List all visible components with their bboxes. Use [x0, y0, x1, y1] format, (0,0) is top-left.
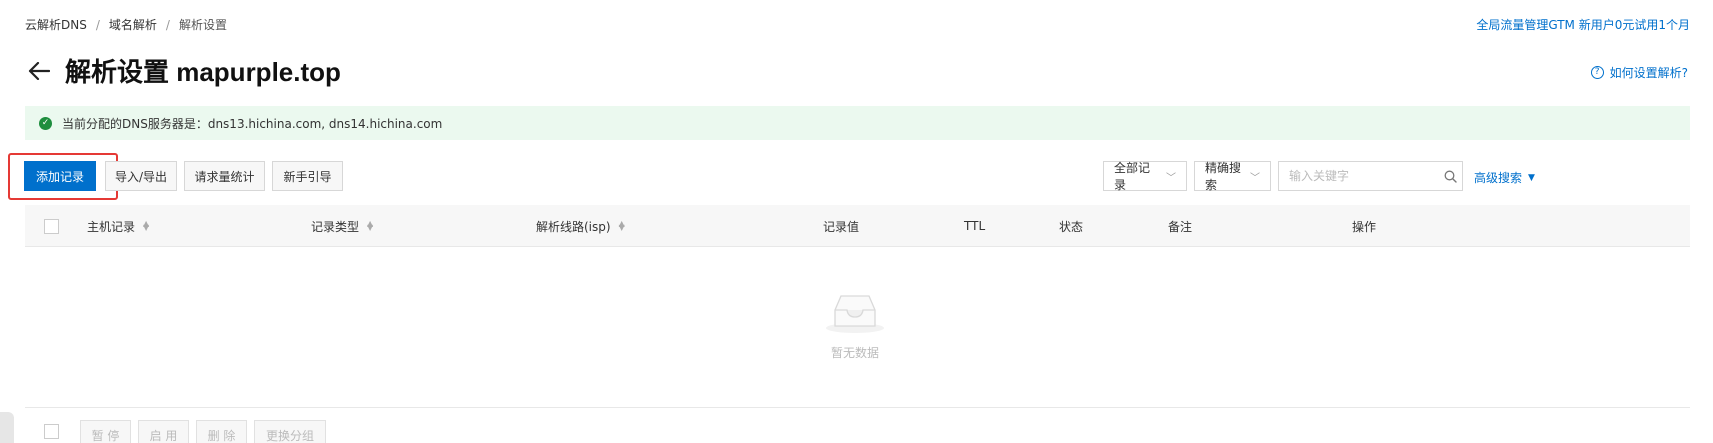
column-status-label: 状态 — [1059, 219, 1084, 234]
help-link-label: 如何设置解析? — [1609, 66, 1688, 80]
beginner-guide-button[interactable]: 新手引导 — [272, 161, 343, 191]
record-filter-select[interactable]: 全部记录 ﹀ — [1103, 161, 1187, 192]
column-record-value: 记录值 — [823, 205, 859, 247]
advanced-search-toggle[interactable]: 高级搜索 ▼ — [1474, 169, 1535, 186]
import-export-button[interactable]: 导入/导出 — [105, 161, 177, 191]
records-table-header: 主机记录 ▲ ▼ 记录类型 ▲ ▼ 解析线路(isp) ▲ ▼ 记录值 TTL 状态 … — [25, 205, 1690, 247]
keyword-search-input[interactable] — [1279, 162, 1439, 190]
column-remark-label: 备注 — [1168, 219, 1193, 234]
select-all-cell — [44, 205, 59, 247]
batch-actions-bar: 暂 停 启 用 删 除 更换分组 — [25, 420, 1690, 443]
gtm-promo-link[interactable]: 全局流量管理GTM 新用户0元试用1个月 — [1476, 16, 1690, 33]
empty-inbox-icon — [826, 295, 884, 333]
empty-text: 暂无数据 — [830, 346, 879, 360]
breadcrumb-separator: / — [95, 17, 100, 32]
select-all-checkbox[interactable] — [44, 218, 59, 234]
breadcrumb: 云解析DNS / 域名解析 / 解析设置 — [25, 16, 227, 33]
sort-icon[interactable]: ▲ ▼ — [619, 220, 625, 232]
record-filter-value: 全部记录 — [1114, 161, 1151, 192]
title-row: 解析设置 mapurple.top — [25, 52, 341, 89]
add-record-button[interactable]: 添加记录 — [24, 161, 96, 191]
column-status: 状态 — [1059, 205, 1083, 247]
advanced-search-label: 高级搜索 — [1474, 171, 1523, 185]
breadcrumb-separator: / — [165, 17, 170, 32]
column-actions-label: 操作 — [1352, 219, 1377, 234]
column-record-value-label: 记录值 — [823, 219, 860, 234]
back-arrow-icon[interactable] — [25, 57, 53, 85]
column-host-record-label: 主机记录 — [87, 219, 136, 234]
keyword-search-box — [1278, 161, 1463, 191]
caret-down-icon: ▼ — [1528, 172, 1535, 183]
column-resolution-line: 解析线路(isp) ▲ ▼ — [536, 205, 625, 247]
search-icon[interactable] — [1439, 162, 1462, 190]
column-host-record: 主机记录 ▲ ▼ — [87, 205, 149, 247]
column-record-type-label: 记录类型 — [311, 219, 360, 234]
check-circle-icon: ✓ — [39, 116, 52, 130]
page-title: 解析设置 mapurple.top — [65, 57, 341, 87]
column-resolution-line-label: 解析线路(isp) — [536, 219, 611, 234]
column-record-type: 记录类型 ▲ ▼ — [311, 205, 373, 247]
column-ttl: TTL — [964, 205, 985, 247]
enable-button[interactable]: 启 用 — [138, 420, 189, 443]
search-mode-value: 精确搜索 — [1205, 161, 1242, 192]
dns-server-text: 当前分配的DNS服务器是：dns13.hichina.com, dns14.hi… — [62, 116, 443, 131]
breadcrumb-item-resolution-settings: 解析设置 — [178, 18, 227, 32]
sort-icon[interactable]: ▲ ▼ — [367, 220, 373, 232]
request-stats-button[interactable]: 请求量统计 — [184, 161, 265, 191]
chevron-down-icon: ﹀ — [1166, 172, 1176, 184]
pause-button[interactable]: 暂 停 — [80, 420, 131, 443]
column-ttl-label: TTL — [964, 219, 986, 233]
chevron-down-icon: ﹀ — [1250, 172, 1260, 184]
side-collapse-tab[interactable] — [0, 412, 14, 443]
dns-server-banner: ✓ 当前分配的DNS服务器是：dns13.hichina.com, dns14.… — [25, 106, 1690, 140]
sort-icon[interactable]: ▲ ▼ — [143, 220, 149, 232]
batch-select-checkbox[interactable] — [44, 424, 59, 439]
search-mode-select[interactable]: 精确搜索 ﹀ — [1194, 161, 1271, 192]
footer-divider — [25, 407, 1690, 408]
empty-state: 暂无数据 — [810, 290, 900, 361]
breadcrumb-item-domain-resolution[interactable]: 域名解析 — [109, 16, 157, 33]
question-icon: ? — [1590, 66, 1604, 79]
change-group-button[interactable]: 更换分组 — [254, 420, 326, 443]
breadcrumb-item-cloud-dns[interactable]: 云解析DNS — [25, 16, 87, 33]
column-actions: 操作 — [1352, 205, 1376, 247]
help-link[interactable]: ? 如何设置解析? — [1590, 64, 1688, 81]
column-remark: 备注 — [1168, 205, 1192, 247]
delete-button[interactable]: 删 除 — [196, 420, 247, 443]
